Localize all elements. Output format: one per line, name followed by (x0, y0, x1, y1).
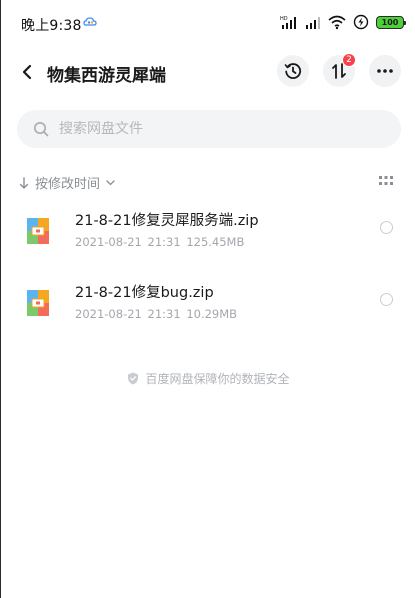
file-name: 21-8-21修复灵犀服务端.zip (75, 213, 259, 229)
file-meta: 2021-08-21 21:31 10.29MB (75, 307, 237, 321)
chevron-left-icon (22, 64, 32, 80)
status-icons: HD 100 (280, 14, 406, 30)
back-button[interactable] (15, 60, 39, 84)
more-dots-icon (377, 69, 393, 73)
file-select-radio[interactable] (380, 221, 393, 234)
search-icon (34, 122, 49, 137)
chevron-down-icon (106, 179, 115, 185)
page-title: 物集西游灵犀端 (47, 66, 166, 86)
arrow-down-icon (19, 176, 29, 189)
history-button[interactable] (277, 55, 309, 87)
file-select-radio[interactable] (380, 293, 393, 306)
transfer-count-badge: 2 (342, 53, 356, 67)
shield-icon (128, 372, 139, 385)
battery-indicator: 100 (376, 15, 406, 29)
file-list-item[interactable]: 21-8-21修复bug.zip 2021-08-21 21:31 10.29M… (1, 274, 415, 338)
file-list-item[interactable]: 21-8-21修复灵犀服务端.zip 2021-08-21 21:31 125.… (1, 202, 415, 266)
zip-archive-icon (27, 218, 49, 244)
sort-label: 按修改时间 (35, 177, 101, 192)
charging-icon (353, 14, 369, 30)
signal-icon (306, 17, 320, 29)
file-date: 2021-08-21 (75, 307, 142, 321)
hd-signal-icon: HD (280, 16, 296, 29)
page-header: 物集西游灵犀端 2 (1, 50, 415, 94)
search-bar[interactable] (17, 110, 401, 148)
file-date: 2021-08-21 (75, 235, 142, 249)
file-size: 10.29MB (186, 307, 238, 321)
wifi-icon (328, 15, 346, 30)
security-note: 百度网盘保障你的数据安全 (1, 370, 415, 387)
grid-view-icon[interactable] (379, 176, 393, 188)
transfer-list-button[interactable]: 2 (323, 53, 356, 87)
search-input[interactable] (59, 121, 359, 137)
file-size: 125.45MB (186, 235, 245, 249)
status-bar: 晚上9:38 HD 100 (1, 0, 415, 48)
status-time: 晚上9:38 (21, 18, 82, 34)
file-meta: 2021-08-21 21:31 125.45MB (75, 235, 244, 249)
zip-archive-icon (27, 290, 49, 316)
sort-button[interactable]: 按修改时间 (19, 173, 115, 192)
security-note-text: 百度网盘保障你的数据安全 (145, 372, 290, 386)
svg-text:HD: HD (280, 16, 288, 22)
history-clock-icon (284, 63, 302, 79)
baidu-cloud-icon (83, 17, 97, 26)
app-screen: 晚上9:38 HD 100 物集西游灵犀端 2 搜索网盘文件 按修改时间 21-… (0, 0, 415, 598)
file-time: 21:31 (147, 307, 181, 321)
file-name: 21-8-21修复bug.zip (75, 285, 214, 301)
file-time: 21:31 (147, 235, 181, 249)
more-options-button[interactable] (369, 55, 401, 87)
sort-row: 按修改时间 (1, 170, 415, 194)
